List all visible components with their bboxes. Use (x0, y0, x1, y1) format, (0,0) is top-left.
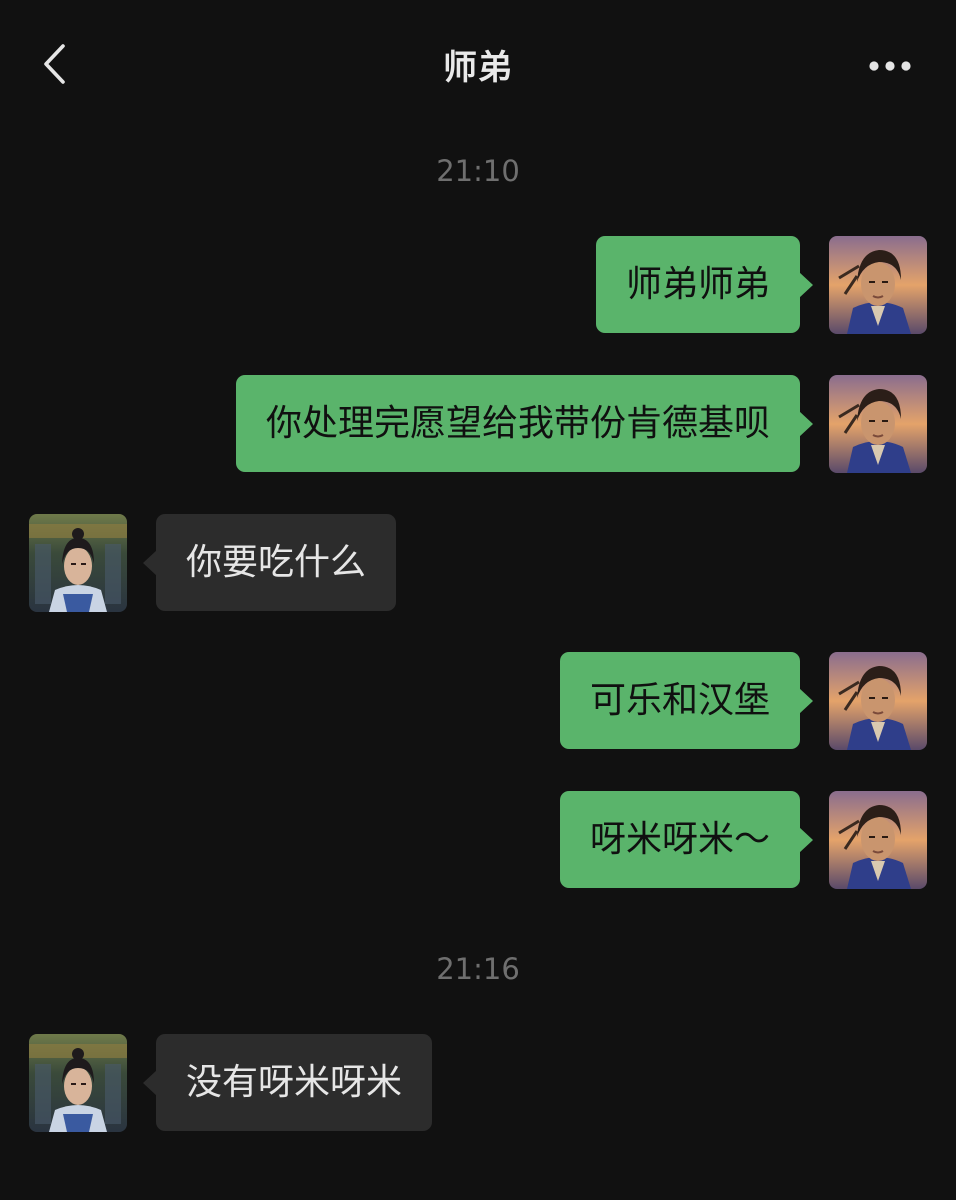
my-avatar[interactable] (829, 652, 927, 750)
message-bubble-sent[interactable]: 你处理完愿望给我带份肯德基呗 (235, 375, 814, 472)
chat-title: 师弟 (443, 48, 513, 88)
message-bubble-sent[interactable]: 呀米呀米～ (559, 791, 814, 888)
contact-avatar[interactable] (29, 1034, 127, 1132)
contact-avatar[interactable] (29, 514, 127, 612)
message-bubble-received[interactable]: 没有呀米呀米 (142, 1034, 433, 1131)
message-bubble-sent[interactable]: 师弟师弟 (595, 236, 814, 333)
message-bubble-sent[interactable]: 可乐和汉堡 (559, 652, 814, 749)
timestamp: 21:10 (436, 154, 520, 188)
message-bubble-received[interactable]: 你要吃什么 (142, 514, 397, 611)
my-avatar[interactable] (829, 375, 927, 473)
my-avatar[interactable] (829, 791, 927, 889)
chat-header: 师弟 (0, 0, 956, 130)
more-dots-icon (868, 57, 912, 76)
more-options-button[interactable] (860, 44, 920, 88)
my-avatar[interactable] (829, 236, 927, 334)
chat-screen: 师弟 21:10 师弟师弟 你处理完愿望给我带份肯德基呗 你要吃什么 可乐和汉堡… (0, 0, 956, 1200)
timestamp: 21:16 (436, 952, 520, 986)
